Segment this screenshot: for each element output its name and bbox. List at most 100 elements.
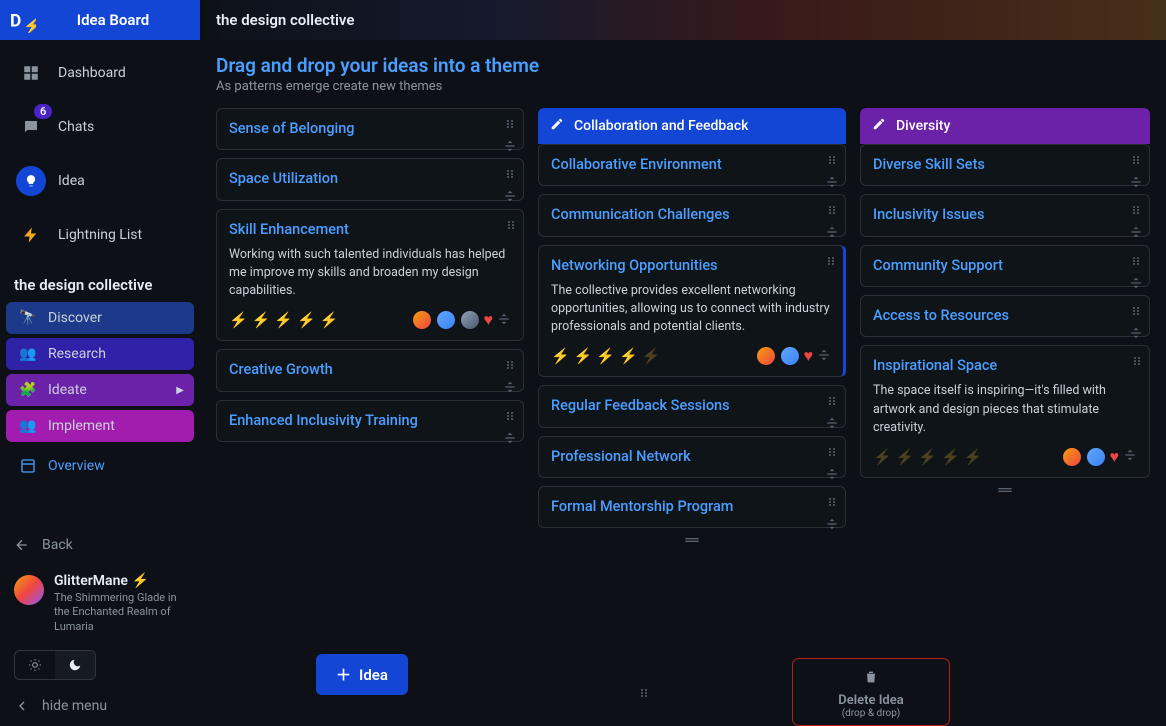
card-handles	[503, 115, 517, 157]
column-drag-bar[interactable]	[860, 482, 1150, 496]
card-handles	[1131, 352, 1143, 371]
plus-icon: ＋	[336, 664, 351, 685]
expand-icon[interactable]	[1129, 325, 1143, 344]
expand-icon[interactable]	[825, 466, 839, 485]
bolt-rating[interactable]: ⚡⚡⚡⚡⚡	[873, 448, 982, 466]
stage-discover[interactable]: 🔭 Discover	[6, 302, 194, 334]
content: Drag and drop your ideas into a theme As…	[200, 40, 1166, 726]
drag-handle-icon[interactable]	[826, 443, 838, 462]
drag-handle-icon[interactable]	[504, 165, 516, 184]
expand-icon[interactable]	[497, 311, 511, 330]
expand-icon[interactable]	[1129, 174, 1143, 193]
avatar	[1086, 447, 1106, 467]
idea-card[interactable]: Diverse Skill Sets	[860, 144, 1150, 186]
idea-card[interactable]: Enhanced Inclusivity Training	[216, 400, 524, 442]
pencil-icon	[872, 117, 886, 135]
idea-card[interactable]: Skill EnhancementWorking with such talen…	[216, 209, 524, 342]
hide-menu-button[interactable]: hide menu	[0, 686, 200, 726]
idea-card[interactable]: Inclusivity Issues	[860, 194, 1150, 236]
idea-card[interactable]: Creative Growth	[216, 349, 524, 391]
drag-handle-icon[interactable]	[1130, 302, 1142, 321]
nav-dashboard[interactable]: Dashboard	[6, 48, 194, 98]
card-title: Networking Opportunities	[551, 256, 831, 276]
expand-icon[interactable]	[825, 224, 839, 243]
idea-card[interactable]: Professional Network	[538, 436, 846, 478]
stage-ideate[interactable]: 🧩 Ideate ▶	[6, 374, 194, 406]
idea-card[interactable]: Regular Feedback Sessions	[538, 385, 846, 427]
column-header[interactable]: Diversity	[860, 108, 1150, 144]
drag-handle-icon[interactable]	[826, 151, 838, 170]
drag-handle-icon[interactable]	[1131, 352, 1143, 371]
overview-link[interactable]: Overview	[6, 450, 194, 482]
back-button[interactable]: Back	[0, 527, 200, 563]
expand-icon[interactable]	[503, 430, 517, 446]
expand-icon[interactable]	[503, 138, 517, 157]
hide-menu-label: hide menu	[42, 698, 107, 714]
idea-card[interactable]: Space Utilization	[216, 158, 524, 200]
drag-handle-icon[interactable]	[1130, 252, 1142, 271]
drag-handle-icon[interactable]	[1130, 201, 1142, 220]
drag-handle-icon[interactable]	[504, 115, 516, 134]
trash-icon	[863, 669, 879, 685]
expand-icon[interactable]	[825, 415, 839, 434]
theme-dark-button[interactable]	[55, 651, 95, 679]
add-idea-label: Idea	[359, 666, 388, 684]
user-block[interactable]: GlitterMane ⚡ The Shimmering Glade in th…	[0, 563, 200, 644]
card-title: Collaborative Environment	[551, 155, 833, 175]
card-handles	[503, 165, 517, 207]
stage-implement[interactable]: 👥 Implement	[6, 410, 194, 442]
board-column: Collaboration and Feedback Collaborative …	[538, 108, 846, 654]
drag-handle-icon[interactable]	[505, 216, 517, 235]
stage-research[interactable]: 👥 Research	[6, 338, 194, 370]
bolt-icon-dim: ⚡	[964, 448, 983, 466]
avatar	[460, 310, 480, 330]
expand-icon[interactable]	[825, 516, 839, 532]
back-label: Back	[42, 537, 73, 553]
column-header[interactable]: Collaboration and Feedback	[538, 108, 846, 144]
theme-light-button[interactable]	[15, 651, 55, 679]
idea-card[interactable]: Networking Opportunities The collective p…	[538, 245, 846, 378]
expand-icon[interactable]	[825, 174, 839, 193]
bolt-icon-dim: ⚡	[642, 347, 661, 365]
delete-drop-zone[interactable]: Delete Idea (drop & drop)	[792, 658, 950, 726]
nav-lightning-list[interactable]: Lightning List	[6, 210, 194, 260]
stage-label: Implement	[48, 418, 115, 434]
expand-icon[interactable]	[817, 347, 831, 366]
drag-handle-icon[interactable]	[638, 684, 650, 703]
heart-icon[interactable]: ♥	[484, 310, 494, 330]
idea-card[interactable]: Formal Mentorship Program	[538, 486, 846, 528]
column-drag-bar[interactable]	[538, 532, 846, 546]
expand-icon[interactable]	[1129, 224, 1143, 243]
nav-chats[interactable]: 6 Chats	[6, 102, 194, 152]
card-body: The collective provides excellent networ…	[551, 282, 831, 336]
bolt-icon-dim: ⚡	[918, 448, 937, 466]
main: the design collective Drag and drop your…	[200, 0, 1166, 726]
idea-card[interactable]: Access to Resources	[860, 295, 1150, 337]
nav-idea[interactable]: Idea	[6, 156, 194, 206]
card-title: Space Utilization	[229, 169, 511, 189]
bolt-rating[interactable]: ⚡⚡⚡⚡⚡	[551, 347, 660, 365]
drag-handle-icon[interactable]	[826, 493, 838, 512]
bolt-rating[interactable]: ⚡⚡⚡⚡⚡	[229, 311, 338, 329]
heart-icon[interactable]: ♥	[804, 346, 814, 366]
idea-card[interactable]: Sense of Belonging	[216, 108, 524, 150]
idea-card[interactable]: Communication Challenges	[538, 194, 846, 236]
drag-handle-icon[interactable]	[826, 201, 838, 220]
drag-handle-icon[interactable]	[504, 407, 516, 426]
add-idea-button[interactable]: ＋ Idea	[316, 654, 408, 695]
expand-icon[interactable]	[1123, 447, 1137, 466]
expand-icon[interactable]	[1129, 275, 1143, 294]
drag-handle-icon[interactable]	[826, 392, 838, 411]
expand-icon[interactable]	[503, 188, 517, 207]
idea-card[interactable]: Community Support	[860, 245, 1150, 287]
binoculars-icon: 🔭	[16, 310, 40, 326]
heart-icon[interactable]: ♥	[1110, 447, 1120, 467]
idea-card[interactable]: Inspirational SpaceThe space itself is i…	[860, 345, 1150, 478]
drag-handle-icon[interactable]	[504, 356, 516, 375]
drag-handle-icon[interactable]	[1130, 151, 1142, 170]
bolt-icon: ⚡	[320, 311, 339, 329]
card-title: Skill Enhancement	[229, 220, 511, 240]
drag-handle-icon[interactable]	[825, 252, 837, 271]
idea-card[interactable]: Collaborative Environment	[538, 144, 846, 186]
expand-icon[interactable]	[503, 379, 517, 398]
